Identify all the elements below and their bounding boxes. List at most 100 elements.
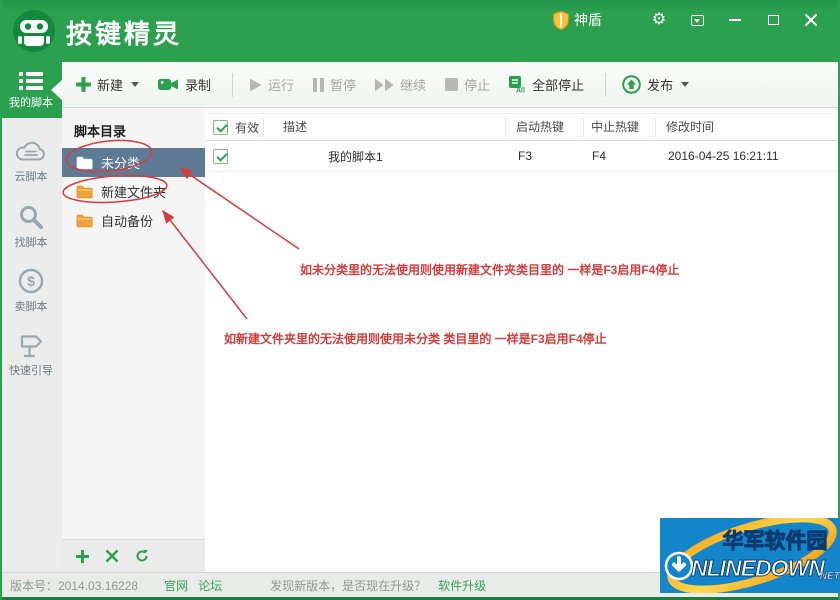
refresh-icon	[135, 549, 149, 563]
directory-item-label: 未分类	[101, 153, 140, 172]
svg-text:All: All	[516, 88, 525, 94]
minimize-to-tray-button[interactable]	[682, 8, 712, 32]
titlebar: 按键精灵 神盾 ⚙	[0, 0, 840, 62]
list-icon	[19, 71, 43, 91]
stop-all-icon: All	[509, 76, 526, 93]
directory-item-auto-backup[interactable]: 自动备份	[62, 206, 205, 235]
minimize-button[interactable]	[720, 8, 750, 32]
delete-icon	[106, 550, 118, 562]
resume-icon	[375, 78, 394, 92]
onlinedown-logo: 华军软件园 NLINEDOWN .NET	[660, 518, 840, 593]
shield-icon	[553, 11, 569, 30]
directory-item-new-folder[interactable]: 新建文件夹	[62, 177, 205, 206]
watermark-en-text: NLINEDOWN	[691, 555, 825, 581]
button-label: 发布	[647, 75, 673, 94]
delete-folder-button[interactable]	[106, 550, 118, 562]
chevron-down-icon	[131, 82, 139, 87]
search-icon	[18, 204, 44, 230]
nav-label: 快速引导	[9, 362, 53, 378]
shield-label: 神盾	[574, 10, 602, 30]
annotation-note-1: 如未分类里的无法使用则使用新建文件夹类目里的 一样是F3启用F4停止	[300, 261, 679, 278]
tray-icon	[691, 15, 704, 26]
resume-button[interactable]: 继续	[375, 75, 426, 94]
row-start-hotkey: F3	[505, 149, 583, 163]
pause-icon	[313, 78, 324, 92]
play-icon	[249, 78, 262, 92]
toolbar: 新建 录制 运行 暂停 继续	[62, 62, 840, 108]
app-title: 按键精灵	[66, 14, 182, 51]
plus-icon	[76, 77, 91, 92]
stop-all-button[interactable]: All 全部停止	[509, 75, 584, 94]
close-button[interactable]	[796, 8, 826, 32]
toolbar-separator	[232, 73, 233, 97]
minimize-icon	[729, 19, 741, 21]
refresh-button[interactable]	[135, 549, 149, 563]
select-all-checkbox[interactable]	[213, 120, 228, 135]
watermark-tld-text: .NET	[817, 571, 840, 582]
button-label: 继续	[400, 75, 426, 94]
run-button[interactable]: 运行	[249, 75, 294, 94]
cloud-icon	[15, 140, 47, 164]
nav-item-sell-scripts[interactable]: $ 卖脚本	[0, 268, 62, 314]
table-row[interactable]: 我的脚本1 F3 F4 2016-04-25 16:21:11	[205, 141, 840, 172]
directory-actions-bar	[62, 539, 205, 572]
software-update-link[interactable]: 软件升级	[438, 577, 486, 594]
camera-icon	[158, 77, 179, 92]
nav-item-quick-guide[interactable]: 快速引导	[0, 332, 62, 378]
nav-label: 卖脚本	[15, 298, 48, 314]
nav-label: 云脚本	[15, 168, 48, 184]
add-folder-button[interactable]	[76, 550, 89, 563]
row-stop-hotkey: F4	[583, 149, 655, 163]
button-label: 运行	[268, 75, 294, 94]
chevron-down-icon	[681, 82, 689, 87]
directory-panel-title: 脚本目录	[62, 108, 205, 148]
pause-button[interactable]: 暂停	[313, 75, 356, 94]
column-header-start-hotkey: 启动热键	[505, 117, 583, 137]
signpost-icon	[18, 332, 44, 358]
directory-item-label: 新建文件夹	[101, 182, 166, 201]
left-nav-sidebar: 我的脚本 云脚本 找脚本 $ 卖脚本	[0, 62, 62, 572]
nav-item-find-scripts[interactable]: 找脚本	[0, 204, 62, 250]
dollar-icon: $	[18, 268, 44, 294]
nav-label: 找脚本	[15, 234, 48, 250]
svg-text:$: $	[27, 273, 35, 289]
publish-icon	[622, 75, 641, 94]
official-site-link[interactable]: 官网	[164, 577, 188, 594]
button-label: 录制	[185, 75, 211, 94]
nav-item-my-scripts[interactable]: 我的脚本	[0, 62, 62, 118]
script-directory-panel: 脚本目录 未分类 新建文件夹 自动备份	[62, 108, 205, 572]
app-window: 按键精灵 神盾 ⚙	[0, 0, 840, 600]
annotation-note-2: 如新建文件夹里的无法使用则使用未分类 类目里的 一样是F3启用F4停止	[224, 330, 607, 347]
shield-button[interactable]: 神盾	[553, 10, 602, 30]
app-logo-robot-icon	[12, 9, 56, 53]
row-enabled-checkbox[interactable]	[213, 149, 228, 164]
folder-icon	[76, 214, 93, 228]
settings-button[interactable]: ⚙	[644, 8, 674, 32]
toolbar-separator	[605, 73, 606, 97]
publish-button[interactable]: 发布	[622, 75, 689, 94]
stop-button[interactable]: 停止	[445, 75, 490, 94]
nav-item-cloud-scripts[interactable]: 云脚本	[0, 140, 62, 184]
gear-icon: ⚙	[652, 12, 666, 28]
update-prompt: 发现新版本，是否现在升级？	[270, 577, 426, 594]
onlinedown-watermark: 华军软件园 NLINEDOWN .NET	[660, 518, 840, 593]
button-label: 停止	[464, 75, 490, 94]
record-button[interactable]: 录制	[158, 75, 211, 94]
directory-item-uncategorized[interactable]: 未分类	[62, 148, 205, 177]
column-header-modified-time: 修改时间	[655, 117, 840, 137]
column-header-description: 描述	[263, 117, 505, 137]
maximize-button[interactable]	[758, 8, 788, 32]
button-label: 全部停止	[532, 75, 584, 94]
new-script-button[interactable]: 新建	[76, 75, 139, 94]
nav-label: 我的脚本	[9, 94, 53, 110]
column-header-stop-hotkey: 中止热键	[583, 117, 655, 137]
folder-icon	[76, 185, 93, 199]
watermark-cn-text: 华军软件园	[723, 529, 828, 553]
add-icon	[76, 550, 89, 563]
table-header-row: 有效 描述 启动热键 中止热键 修改时间	[205, 113, 840, 141]
maximize-icon	[768, 15, 779, 25]
row-description: 我的脚本1	[263, 148, 505, 165]
forum-link[interactable]: 论坛	[198, 577, 222, 594]
row-modified-time: 2016-04-25 16:21:11	[655, 149, 840, 163]
button-label: 新建	[97, 75, 123, 94]
